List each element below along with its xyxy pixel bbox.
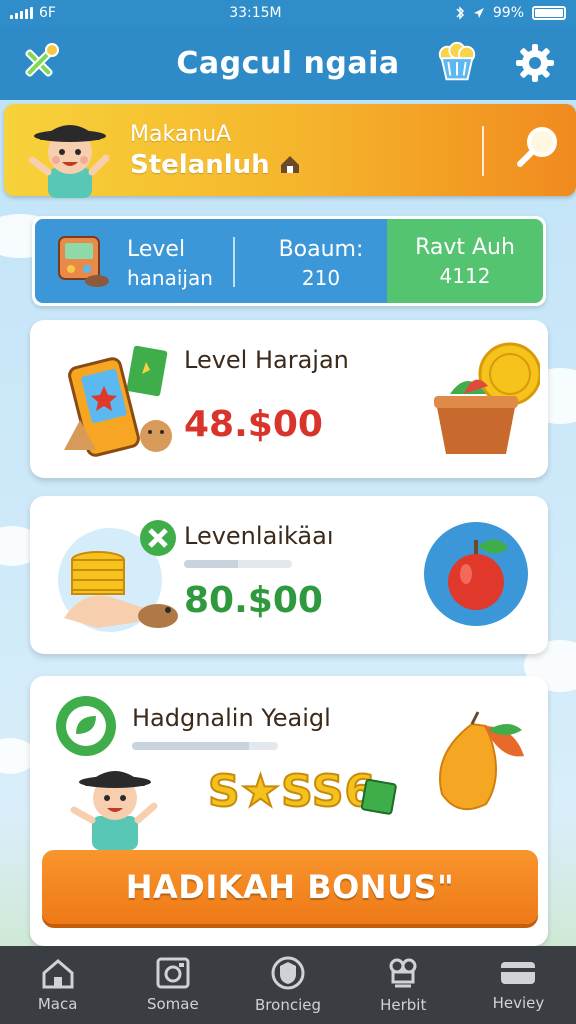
nav-item-card[interactable]: Heviey (461, 946, 576, 1024)
level-value: hanaijan (127, 266, 213, 290)
battery-percent: 99% (492, 5, 524, 21)
stats-bar: Level hanaijan Boaum: 210 Ravt Auh 4112 (32, 216, 546, 306)
coin-plant-icon (434, 342, 540, 454)
nav-label-home: Maca (37, 995, 78, 1013)
card-1-title: Level Harajan (184, 346, 349, 374)
settings-button[interactable] (512, 40, 558, 86)
rank-value: 4112 (439, 263, 491, 288)
bonus-button[interactable]: HADIKAH BONUS" (42, 850, 538, 924)
status-right: 99% (455, 5, 566, 21)
nav-item-shield[interactable]: Broncieg (230, 946, 345, 1024)
stats-blue-panel: Level hanaijan Boaum: 210 (35, 219, 387, 303)
card-1-price: 48.$00 (184, 404, 323, 445)
rank-label: Ravt Auh (415, 234, 515, 260)
nav-label-shield: Broncieg (255, 996, 321, 1014)
card-2-progress-fill (184, 560, 238, 568)
signal-icon (10, 7, 33, 19)
shield-icon (271, 956, 305, 990)
page-title: Cagcul ngaia (176, 45, 400, 81)
bonus-label: Boaum: (278, 237, 364, 262)
card-2-title: Levenlaikäaı (184, 522, 334, 550)
promo-banner[interactable]: MakanuA Stelanluh (4, 104, 576, 198)
card-1-price-text: 48.$00 (184, 404, 323, 445)
carrier-label: 6F (39, 5, 56, 21)
phone-reward-icon (64, 345, 172, 457)
game-console-icon (58, 236, 109, 287)
crossed-tools-button[interactable] (16, 40, 62, 86)
location-icon (473, 8, 484, 18)
camera-icon (156, 957, 190, 989)
bluetooth-icon (456, 6, 464, 20)
stats-divider (233, 237, 235, 287)
banner-line2: Stelanluh (130, 150, 301, 180)
app-header: Cagcul ngaia (0, 26, 576, 100)
chef-icon (389, 958, 417, 988)
popcorn-bucket-icon (438, 41, 476, 81)
bottom-nav: Maca Somae Broncieg Herbit Heviey (0, 946, 576, 1024)
reward-card-1[interactable]: Level Harajan 48.$00 (30, 320, 548, 478)
nav-label-card: Heviey (492, 994, 545, 1012)
nav-item-home[interactable]: Maca (0, 946, 115, 1024)
nav-label-camera: Somae (146, 995, 199, 1013)
cash-icon (360, 778, 397, 815)
reward-card-2[interactable]: Levenlaikäaı 80.$00 (30, 496, 548, 654)
gear-icon (516, 44, 554, 82)
nav-item-camera[interactable]: Somae (115, 946, 230, 1024)
card-3-progress (132, 742, 278, 750)
home-badge-icon (280, 156, 299, 173)
kid-avatar-icon (28, 125, 110, 198)
card-icon (501, 962, 536, 984)
bonus-value: 210 (301, 266, 341, 290)
apple-icon (424, 522, 528, 626)
card-2-price-text: 80.$00 (184, 580, 323, 621)
stats-inner: Level hanaijan Boaum: 210 Ravt Auh 4112 (35, 219, 543, 303)
banner-divider (482, 126, 484, 176)
card-3-progress-fill (132, 742, 249, 750)
card-3-title: Hadgnalin Yeaigl (132, 704, 331, 732)
nav-item-chef[interactable]: Herbit (346, 946, 461, 1024)
banner-line2-text: Stelanluh (130, 150, 270, 180)
shop-button[interactable] (434, 40, 480, 86)
card-2-progress (184, 560, 292, 568)
card-2-price: 80.$00 (184, 580, 323, 621)
leaf-badge-icon (56, 696, 116, 756)
kid-mascot-icon (70, 771, 158, 850)
coin-stack-icon (58, 520, 178, 632)
clock: 33:15M (229, 5, 282, 21)
search-icon[interactable] (512, 122, 562, 172)
level-stat: Level hanaijan (127, 237, 213, 290)
level-label: Level (127, 237, 186, 262)
battery-icon (532, 6, 566, 20)
crossed-tools-icon (25, 43, 59, 77)
banner-line1: MakanuA (130, 122, 232, 147)
mango-icon (439, 711, 524, 811)
rank-stat[interactable]: Ravt Auh 4112 (387, 219, 543, 303)
status-bar: 6F 33:15M 99% (0, 0, 576, 26)
nav-label-chef: Herbit (380, 996, 427, 1014)
status-left: 6F (10, 5, 56, 21)
stars-text: S★SS6 (207, 765, 377, 818)
bonus-stat: Boaum: 210 (271, 237, 371, 290)
home-icon (42, 959, 74, 989)
